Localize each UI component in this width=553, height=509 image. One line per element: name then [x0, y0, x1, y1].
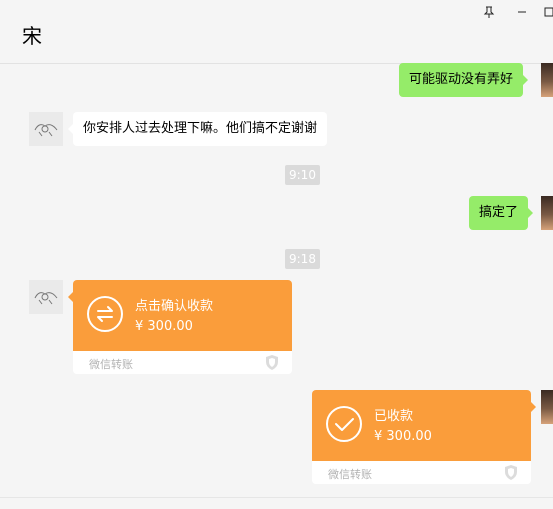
transfer-card-footer: 微信转账	[73, 351, 292, 374]
transfer-status: 点击确认收款	[135, 299, 214, 314]
incoming-message[interactable]: 你安排人过去处理下嘛。他们搞不定谢谢	[67, 112, 328, 146]
pin-icon[interactable]	[481, 6, 497, 21]
transfer-amount: ¥ 300.00	[374, 429, 432, 444]
shield-icon	[503, 464, 519, 484]
shield-icon	[264, 354, 280, 374]
self-avatar[interactable]	[541, 63, 553, 97]
transfer-card-top: 点击确认收款 ¥ 300.00	[73, 280, 292, 351]
transfer-brand-label: 微信转账	[328, 468, 372, 481]
outgoing-message[interactable]: 搞定了	[469, 196, 534, 230]
chat-header: 宋	[0, 0, 553, 64]
contact-avatar-icon	[34, 124, 58, 137]
transfer-card-top: 已收款 ¥ 300.00	[312, 390, 531, 461]
outgoing-message[interactable]: 可能驱动没有弄好	[399, 63, 529, 97]
minimize-icon[interactable]	[514, 6, 530, 21]
contact-avatar[interactable]	[29, 112, 63, 146]
transfer-brand-label: 微信转账	[89, 358, 133, 371]
timestamp: 9:18	[285, 249, 320, 269]
transfer-amount: ¥ 300.00	[135, 319, 193, 334]
transfer-arrows-icon	[87, 296, 123, 332]
maximize-icon[interactable]	[541, 6, 553, 21]
contact-avatar[interactable]	[29, 280, 63, 314]
timestamp: 9:10	[285, 165, 320, 185]
transfer-status: 已收款	[374, 409, 414, 424]
contact-avatar-icon	[34, 292, 58, 305]
self-avatar[interactable]	[541, 196, 553, 230]
transfer-card-received[interactable]: 已收款 ¥ 300.00 微信转账	[312, 390, 531, 484]
chat-title: 宋	[22, 24, 42, 48]
divider	[0, 497, 553, 498]
transfer-card-footer: 微信转账	[312, 461, 531, 484]
check-icon	[326, 406, 362, 442]
self-avatar[interactable]	[541, 390, 553, 424]
transfer-card-pending[interactable]: 点击确认收款 ¥ 300.00 微信转账	[73, 280, 292, 374]
bubble-tail	[531, 402, 536, 412]
